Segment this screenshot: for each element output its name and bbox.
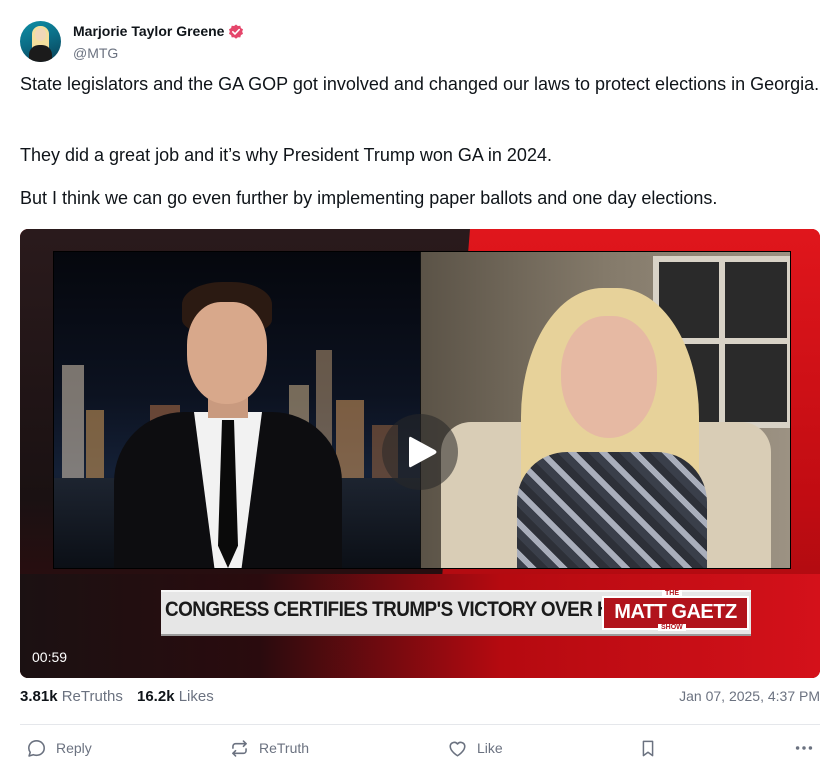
retruths-label: ReTruths (61, 688, 123, 705)
like-label: Like (477, 740, 503, 756)
video-player[interactable]: CONGRESS CERTIFIES TRUMP'S VICTORY OVER … (20, 229, 820, 678)
post-timestamp[interactable]: Jan 07, 2025, 4:37 PM (679, 688, 820, 704)
post-card: Marjorie Taylor Greene @MTG State legisl… (0, 0, 840, 784)
video-left-panel (54, 252, 420, 568)
show-logo: THE MATT GAETZ SHOW (602, 590, 749, 631)
video-right-panel (421, 252, 790, 568)
reply-button[interactable]: Reply (26, 737, 92, 759)
likes-label: Likes (178, 688, 214, 705)
video-lower-third: CONGRESS CERTIFIES TRUMP'S VICTORY OVER … (161, 590, 751, 636)
author-avatar[interactable] (20, 21, 61, 62)
retruths-stat[interactable]: 3.81k ReTruths (20, 688, 123, 705)
retruth-label: ReTruth (259, 740, 310, 756)
play-icon (409, 436, 437, 468)
reply-label: Reply (56, 740, 92, 756)
like-button[interactable]: Like (447, 737, 503, 759)
retruth-button[interactable]: ReTruth (229, 737, 309, 759)
post-paragraph: But I think we can go even further by im… (20, 188, 718, 208)
retruths-count: 3.81k (20, 688, 58, 705)
verified-badge-icon (229, 24, 243, 39)
ellipsis-icon (795, 746, 813, 750)
author-handle[interactable]: @MTG (73, 45, 118, 61)
video-duration: 00:59 (32, 649, 68, 665)
play-button[interactable] (382, 414, 458, 490)
video-frame (53, 251, 791, 569)
more-options-button[interactable] (793, 737, 815, 759)
speech-bubble-icon (28, 739, 45, 757)
lower-third-headline: CONGRESS CERTIFIES TRUMP'S VICTORY OVER … (165, 598, 667, 621)
repost-arrows-icon (232, 739, 247, 757)
post-paragraph: State legislators and the GA GOP got inv… (20, 74, 820, 94)
divider (20, 724, 820, 725)
bookmark-icon (642, 740, 654, 756)
bookmark-button[interactable] (638, 737, 658, 759)
author-name[interactable]: Marjorie Taylor Greene (73, 23, 224, 39)
likes-stat[interactable]: 16.2k Likes (137, 688, 214, 705)
post-paragraph: They did a great job and it’s why Presid… (20, 145, 552, 165)
likes-count: 16.2k (137, 688, 175, 705)
heart-icon (449, 741, 466, 757)
